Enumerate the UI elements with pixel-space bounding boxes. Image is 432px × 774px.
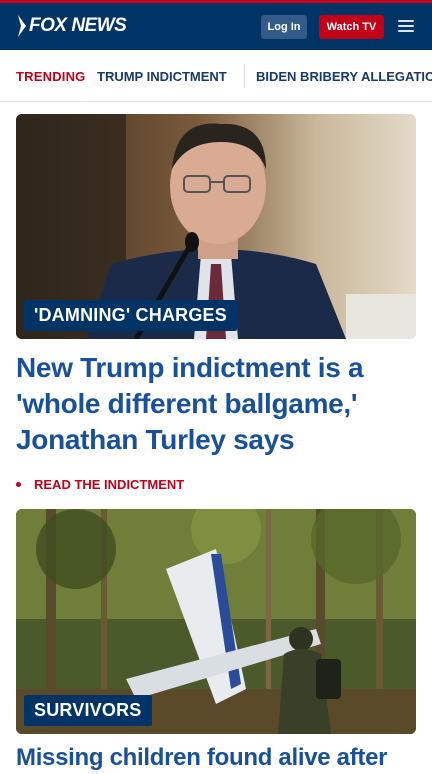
trending-bar: TRENDING TRUMP INDICTMENT BIDEN BRIBERY … xyxy=(0,50,432,102)
trending-label: TRENDING xyxy=(16,69,86,84)
watch-tv-button[interactable]: Watch TV xyxy=(319,15,384,39)
related-link[interactable]: READ THE INDICTMENT xyxy=(16,475,184,493)
story-headline[interactable]: Missing children found alive after xyxy=(16,742,426,774)
hamburger-menu-icon[interactable] xyxy=(398,20,414,34)
logo-text: FOX NEWS xyxy=(29,15,127,36)
trending-item-trump-indictment[interactable]: TRUMP INDICTMENT xyxy=(97,69,227,84)
trending-divider xyxy=(244,64,245,88)
searchlight-icon xyxy=(18,15,26,37)
related-link-label: READ THE INDICTMENT xyxy=(34,476,185,492)
bullet-icon xyxy=(16,481,21,487)
story-image-plane-wreck[interactable]: SURVIVORS xyxy=(16,509,416,734)
trending-item-biden-bribery[interactable]: BIDEN BRIBERY ALLEGATIO xyxy=(256,69,432,84)
site-header: FOX NEWS Log In Watch TV xyxy=(0,0,432,50)
story-kicker: 'DAMNING' CHARGES xyxy=(24,300,237,331)
login-button[interactable]: Log In xyxy=(261,15,307,39)
fox-news-logo[interactable]: FOX NEWS xyxy=(16,13,127,39)
story-headline[interactable]: New Trump indictment is a 'whole differe… xyxy=(16,350,406,458)
story-kicker: SURVIVORS xyxy=(24,695,152,726)
story-image-hearing[interactable]: 'DAMNING' CHARGES xyxy=(16,114,416,339)
